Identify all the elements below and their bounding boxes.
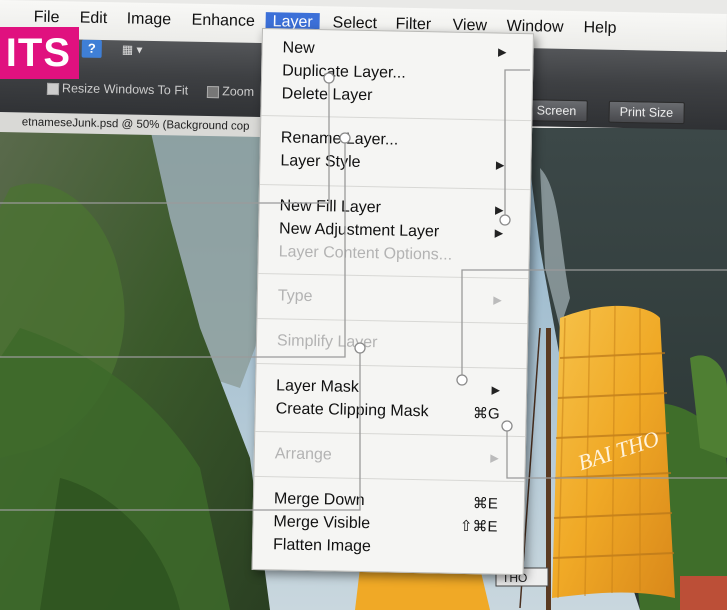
menu-separator [256, 362, 527, 370]
shortcut-label: ⌘G [472, 405, 500, 423]
menu-enhance[interactable]: Enhance [191, 12, 254, 31]
menu-item-arrange-label: Arrange [274, 445, 332, 464]
menu-item-layer-content-options: Layer Content Options... [278, 243, 508, 269]
grid-icon: ▦ ▾ [121, 42, 143, 57]
menu-item-delete-layer[interactable]: Delete Layer [281, 85, 511, 111]
menu-item-layer-mask[interactable]: Layer Mask ▶ [276, 377, 506, 403]
menu-item-layer-style-label: Layer Style [280, 152, 361, 171]
menu-item-rename-layer-label: Rename Layer... [280, 129, 399, 149]
menu-edit[interactable]: Edit [79, 10, 108, 29]
menu-item-simplify-layer: Simplify Layer [277, 332, 507, 358]
menu-item-merge-down[interactable]: Merge Down ⌘E [274, 490, 504, 516]
menu-item-type: Type ▶ [278, 287, 508, 313]
resize-windows-label: Resize Windows To Fit [61, 81, 189, 98]
menu-item-new-adjustment-layer-label: New Adjustment Layer [278, 220, 440, 241]
menu-separator [261, 115, 532, 122]
menu-item-flatten-image-label: Flatten Image [272, 536, 372, 556]
menu-item-duplicate-layer-label: Duplicate Layer... [282, 62, 406, 82]
menu-item-flatten-image[interactable]: Flatten Image [273, 536, 503, 562]
menu-item-merge-down-label: Merge Down [273, 490, 365, 510]
menu-image[interactable]: Image [126, 10, 171, 29]
submenu-arrow-icon: ▶ [497, 46, 507, 59]
menu-item-delete-layer-label: Delete Layer [281, 85, 373, 105]
menu-item-type-label: Type [277, 287, 313, 306]
menu-item-merge-visible[interactable]: Merge Visible ⇧⌘E [273, 513, 503, 539]
menu-separator [257, 317, 528, 325]
menu-separator [254, 475, 525, 483]
menu-item-new-fill-layer-label: New Fill Layer [279, 197, 382, 217]
submenu-arrow-icon: ▶ [491, 384, 501, 397]
menu-item-layer-content-options-label: Layer Content Options... [278, 243, 453, 264]
shortcut-label: ⇧⌘E [459, 517, 498, 536]
menu-item-simplify-layer-label: Simplify Layer [276, 332, 378, 352]
menu-item-new-fill-layer[interactable]: New Fill Layer ▶ [279, 197, 509, 223]
menu-item-merge-visible-label: Merge Visible [273, 513, 371, 533]
submenu-arrow-icon: ▶ [493, 294, 502, 307]
menu-item-duplicate-layer[interactable]: Duplicate Layer... [282, 62, 512, 88]
menu-item-layer-style[interactable]: Layer Style ▶ [280, 152, 510, 178]
menu-separator [259, 183, 530, 191]
print-size-button[interactable]: Print Size [608, 100, 685, 125]
screenshot-page: BAI THO THO ? ▦ ▾ Resize Windows To Fit … [0, 0, 727, 610]
layout-button[interactable]: ▦ ▾ [122, 40, 162, 59]
section-badge: ITS [0, 27, 79, 79]
menu-item-new-label: New [282, 39, 315, 58]
menu-separator [255, 430, 526, 438]
shortcut-label: ⌘E [472, 495, 499, 513]
submenu-arrow-icon: ▶ [494, 204, 504, 217]
submenu-arrow-icon: ▶ [494, 227, 504, 240]
menu-item-layer-mask-label: Layer Mask [275, 377, 359, 396]
menu-item-arrange: Arrange ▶ [275, 445, 505, 471]
menu-help[interactable]: Help [583, 19, 616, 38]
submenu-arrow-icon: ▶ [495, 159, 505, 172]
menu-separator [258, 272, 529, 280]
layer-menu-dropdown: New ▶ Duplicate Layer... Delete Layer Ren… [251, 28, 534, 576]
zoom-label: Zoom [222, 84, 255, 99]
resize-windows-option[interactable]: Resize Windows To Fit Zoom [46, 81, 255, 99]
menu-item-new-adjustment-layer[interactable]: New Adjustment Layer ▶ [279, 220, 509, 246]
resize-windows-checkbox[interactable] [46, 82, 60, 95]
zoom-checkbox[interactable] [207, 85, 220, 98]
menu-item-create-clipping-mask-label: Create Clipping Mask [275, 400, 429, 421]
menu-item-create-clipping-mask[interactable]: Create Clipping Mask ⌘G [275, 400, 505, 426]
menu-item-rename-layer[interactable]: Rename Layer... [281, 129, 511, 155]
menu-file[interactable]: File [33, 9, 60, 27]
help-button[interactable]: ? [81, 39, 102, 58]
menu-item-new[interactable]: New ▶ [282, 39, 512, 65]
submenu-arrow-icon: ▶ [490, 452, 499, 465]
